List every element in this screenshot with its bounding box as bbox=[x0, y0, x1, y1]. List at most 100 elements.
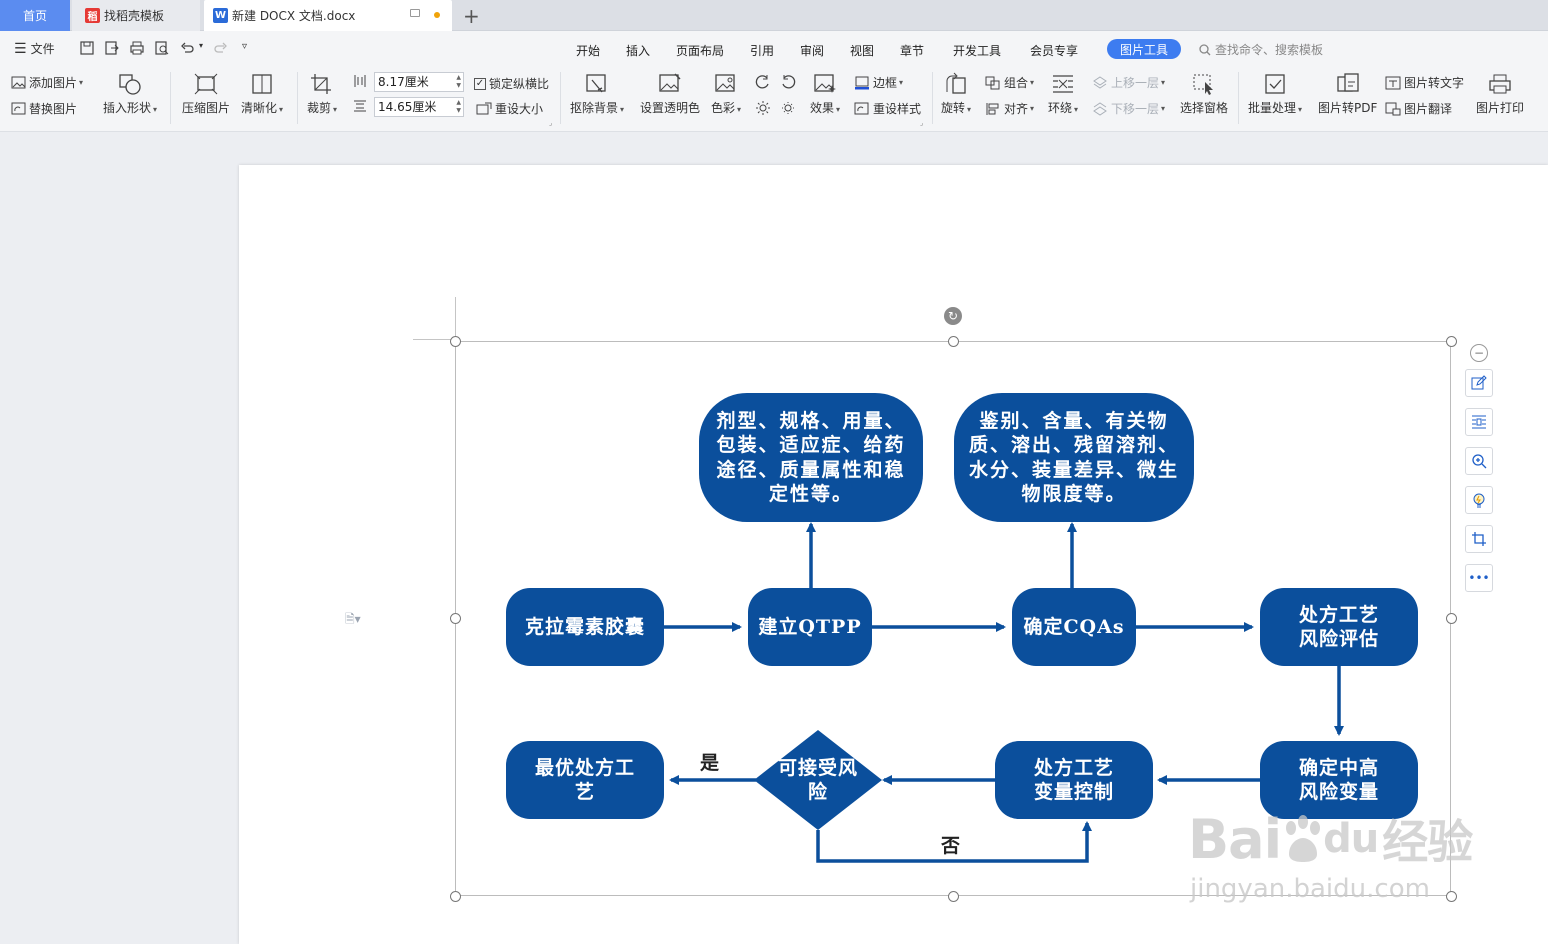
edit-picture-tool[interactable] bbox=[1465, 369, 1493, 397]
width-spinner-icon[interactable]: ▲ ▼ bbox=[456, 74, 461, 90]
set-transparent-color-button[interactable]: 设置透明色 bbox=[640, 72, 700, 116]
group-button[interactable]: 组合 ▾ bbox=[985, 74, 1034, 91]
layout-options-tool[interactable] bbox=[1465, 408, 1493, 436]
picture-to-pdf-button[interactable]: 图片转PDF bbox=[1318, 72, 1377, 116]
monitor-icon[interactable] bbox=[410, 9, 420, 17]
tab-template[interactable]: 稻 找稻壳模板 bbox=[72, 0, 200, 31]
smart-tip-tool[interactable] bbox=[1465, 486, 1493, 514]
reset-style-button[interactable]: 重设样式 bbox=[854, 100, 921, 117]
ribbon-separator bbox=[932, 72, 933, 124]
resize-handle-ne[interactable] bbox=[1446, 336, 1457, 347]
rotate-icon bbox=[946, 72, 966, 94]
picture-to-pdf-label: 图片转PDF bbox=[1318, 101, 1378, 115]
rotate-button[interactable]: 旋转 ▾ bbox=[941, 72, 971, 116]
rotate-handle-icon[interactable]: ↻ bbox=[944, 307, 962, 325]
file-menu[interactable]: ☰ 文件 bbox=[14, 40, 55, 57]
menu-view[interactable]: 视图 bbox=[850, 42, 874, 59]
print-icon[interactable] bbox=[130, 41, 144, 55]
print-preview-icon[interactable] bbox=[155, 41, 169, 55]
menu-home[interactable]: 开始 bbox=[576, 42, 600, 59]
style-dialog-launcher-icon[interactable]: ⌟ bbox=[920, 119, 923, 127]
brightness-up-icon[interactable] bbox=[755, 100, 771, 116]
color-label: 色彩 bbox=[711, 101, 736, 115]
menu-member[interactable]: 会员专享 bbox=[1030, 42, 1078, 59]
shapes-icon bbox=[119, 74, 141, 95]
border-button[interactable]: 边框 ▾ bbox=[854, 74, 903, 91]
remove-background-button[interactable]: 抠除背景 ▾ bbox=[570, 72, 624, 116]
insert-shape-button[interactable]: 插入形状 ▾ bbox=[103, 72, 157, 116]
brightness-down-icon[interactable] bbox=[780, 100, 796, 116]
collapse-toolbar-icon[interactable]: − bbox=[1470, 344, 1488, 362]
menu-review[interactable]: 审阅 bbox=[800, 42, 824, 59]
height-input[interactable]: 14.65厘米 ▲ ▼ bbox=[374, 97, 464, 117]
reset-size-label: 重设大小 bbox=[495, 102, 544, 116]
tab-document[interactable]: W 新建 DOCX 文档.docx bbox=[204, 0, 452, 31]
resize-handle-w[interactable] bbox=[450, 613, 461, 624]
height-value: 14.65厘米 bbox=[378, 100, 437, 114]
add-picture-button[interactable]: 添加图片 ▾ bbox=[11, 74, 83, 91]
resize-handle-s[interactable] bbox=[948, 891, 959, 902]
compress-picture-label: 压缩图片 bbox=[182, 101, 231, 115]
compress-picture-button[interactable]: 压缩图片 bbox=[182, 72, 230, 116]
crop-icon bbox=[311, 74, 332, 94]
group-label: 组合 bbox=[1004, 76, 1029, 90]
new-tab-plus-icon[interactable]: + bbox=[463, 4, 480, 28]
picture-print-button[interactable]: 图片打印 bbox=[1476, 72, 1524, 116]
lock-ratio-checkbox[interactable]: ✓ 锁定纵横比 bbox=[474, 75, 549, 92]
zoom-picture-tool[interactable] bbox=[1465, 447, 1493, 475]
save-icon[interactable] bbox=[80, 41, 94, 55]
menu-chapter[interactable]: 章节 bbox=[900, 42, 924, 59]
size-dialog-launcher-icon[interactable]: ⌟ bbox=[549, 119, 552, 127]
paragraph-anchor-icon[interactable]: 🗎▾ bbox=[345, 610, 361, 631]
send-backward-button[interactable]: 下移一层 ▾ bbox=[1092, 100, 1165, 117]
more-icon: ••• bbox=[1468, 571, 1490, 585]
redo-icon[interactable] bbox=[214, 41, 228, 55]
bring-forward-icon bbox=[1093, 75, 1107, 89]
menu-row: ☰ 文件 ▾ ▿ 开始 插入 页面布局 引用 审阅 视图 章节 开发工具 会员专… bbox=[0, 31, 1548, 66]
align-label: 对齐 bbox=[1004, 102, 1029, 116]
word-doc-icon: W bbox=[213, 8, 228, 23]
rotate-right-icon[interactable] bbox=[780, 74, 796, 90]
align-button[interactable]: 对齐 ▾ bbox=[985, 100, 1034, 117]
undo-icon[interactable] bbox=[180, 41, 194, 55]
tab-home[interactable]: 首页 bbox=[0, 0, 70, 31]
reset-size-button[interactable]: 重设大小 bbox=[476, 100, 543, 117]
rotate-left-icon[interactable] bbox=[755, 74, 771, 90]
effects-button[interactable]: 效果 ▾ bbox=[810, 72, 840, 116]
lightbulb-icon bbox=[1473, 493, 1485, 508]
transparent-color-icon bbox=[659, 73, 681, 92]
sharpen-button[interactable]: 清晰化 ▾ bbox=[241, 72, 283, 116]
menu-picture-tools[interactable]: 图片工具 bbox=[1107, 39, 1181, 59]
replace-picture-button[interactable]: 替换图片 bbox=[11, 100, 77, 117]
menu-developer[interactable]: 开发工具 bbox=[953, 42, 1001, 59]
menu-page-layout[interactable]: 页面布局 bbox=[676, 42, 724, 59]
menu-insert[interactable]: 插入 bbox=[626, 42, 650, 59]
resize-handle-n[interactable] bbox=[948, 336, 959, 347]
crop-tool[interactable] bbox=[1465, 525, 1493, 553]
export-pdf-icon[interactable] bbox=[105, 41, 119, 55]
resize-handle-nw[interactable] bbox=[450, 336, 461, 347]
picture-translate-button[interactable]: 图片翻译 bbox=[1385, 100, 1452, 117]
crop-button[interactable]: 裁剪 ▾ bbox=[307, 72, 337, 116]
width-input[interactable]: 8.17厘米 ▲ ▼ bbox=[374, 72, 464, 92]
undo-dropdown-icon[interactable]: ▾ bbox=[199, 41, 203, 50]
resize-handle-sw[interactable] bbox=[450, 891, 461, 902]
picture-to-text-button[interactable]: 图片转文字 bbox=[1385, 74, 1464, 91]
selection-pane-button[interactable]: 选择窗格 bbox=[1180, 72, 1228, 116]
menu-references[interactable]: 引用 bbox=[750, 42, 774, 59]
picture-to-text-icon bbox=[1385, 76, 1401, 89]
color-button[interactable]: 色彩 ▾ bbox=[711, 72, 741, 116]
resize-handle-se[interactable] bbox=[1446, 891, 1457, 902]
resize-handle-e[interactable] bbox=[1446, 613, 1457, 624]
batch-process-button[interactable]: 批量处理 ▾ bbox=[1248, 72, 1302, 116]
customize-toolbar-icon[interactable]: ▿ bbox=[242, 41, 247, 52]
checkbox-checked-icon: ✓ bbox=[474, 77, 486, 90]
wrap-text-button[interactable]: 环绕 ▾ bbox=[1048, 72, 1078, 116]
rotate-label: 旋转 bbox=[941, 101, 966, 115]
watermark-brand-mid: du bbox=[1323, 816, 1379, 862]
command-search[interactable]: 查找命令、搜索模板 bbox=[1199, 41, 1323, 58]
height-spinner-icon[interactable]: ▲ ▼ bbox=[456, 99, 461, 115]
more-tools[interactable]: ••• bbox=[1465, 564, 1493, 592]
effects-label: 效果 bbox=[810, 101, 835, 115]
bring-forward-button[interactable]: 上移一层 ▾ bbox=[1092, 74, 1165, 91]
